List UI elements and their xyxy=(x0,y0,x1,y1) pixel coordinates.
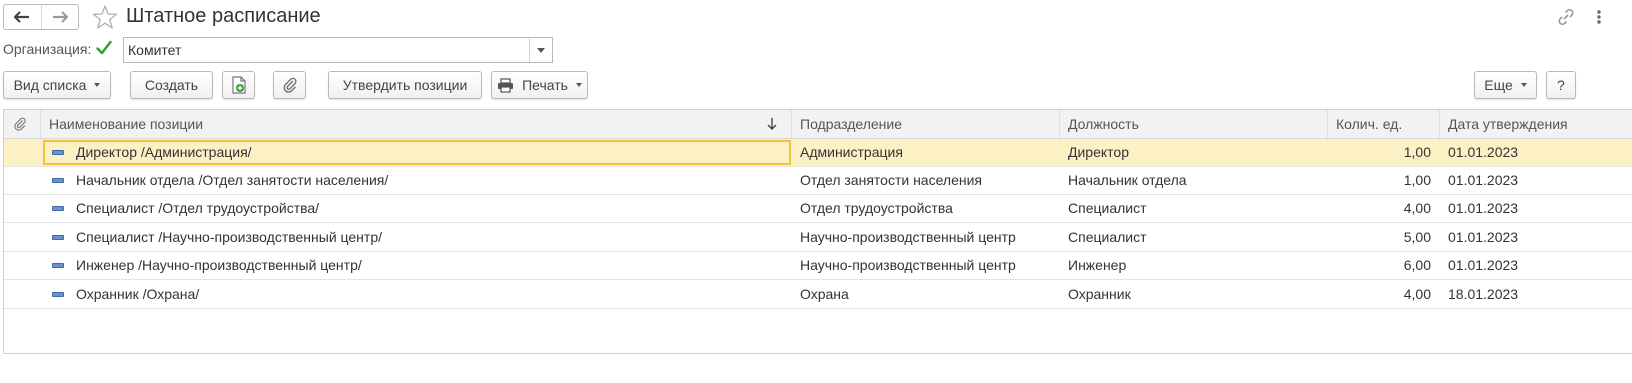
cell-approval-date: 01.01.2023 xyxy=(1448,229,1519,245)
checkmark-icon xyxy=(96,40,112,55)
column-header-label: Должность xyxy=(1068,116,1139,132)
staff-schedule-form: Штатное расписание Организация: Комитет xyxy=(0,0,1632,383)
cell-department: Охрана xyxy=(800,286,849,302)
column-header-name[interactable]: Наименование позиции xyxy=(41,110,792,138)
create-button[interactable]: Создать xyxy=(130,71,213,99)
print-button[interactable]: Печать xyxy=(491,71,588,99)
table-row[interactable]: Директор /Администрация/ Администрация Д… xyxy=(4,139,1632,167)
list-item-icon xyxy=(52,178,64,183)
cell-quantity: 4,00 xyxy=(1403,200,1431,216)
link-button[interactable] xyxy=(1555,6,1577,28)
table-row[interactable]: Инженер /Научно-производственный центр/ … xyxy=(4,252,1632,280)
cell-position: Охранник xyxy=(1068,286,1131,302)
cell-name: Начальник отдела /Отдел занятости населе… xyxy=(76,172,389,188)
cell-department: Администрация xyxy=(800,144,903,160)
paperclip-icon xyxy=(14,117,26,131)
cell-name: Специалист /Отдел трудоустройства/ xyxy=(76,200,320,216)
approve-positions-button[interactable]: Утвердить позиции xyxy=(328,71,482,99)
cell-quantity: 1,00 xyxy=(1403,144,1431,160)
paperclip-icon xyxy=(283,77,297,93)
sort-down-icon xyxy=(767,118,777,130)
cell-position: Инженер xyxy=(1068,257,1127,273)
cell-quantity: 6,00 xyxy=(1403,257,1431,273)
list-item-icon xyxy=(52,150,64,155)
cell-quantity: 5,00 xyxy=(1403,229,1431,245)
arrow-right-icon xyxy=(52,11,68,23)
list-view-button[interactable]: Вид списка xyxy=(3,71,111,99)
column-header-quantity[interactable]: Колич. ед. xyxy=(1328,110,1440,138)
more-actions-label: Еще xyxy=(1484,77,1513,93)
cell-quantity: 4,00 xyxy=(1403,286,1431,302)
table-row[interactable]: Специалист /Научно-производственный цент… xyxy=(4,224,1632,252)
link-icon xyxy=(1558,9,1574,25)
column-header-label: Подразделение xyxy=(800,116,903,132)
more-vertical-icon xyxy=(1597,10,1601,24)
more-menu-button[interactable] xyxy=(1592,6,1606,28)
column-header-department[interactable]: Подразделение xyxy=(792,110,1060,138)
cell-approval-date: 01.01.2023 xyxy=(1448,257,1519,273)
more-actions-button[interactable]: Еще xyxy=(1474,71,1537,99)
navigation-buttons xyxy=(3,4,79,30)
cell-approval-date: 01.01.2023 xyxy=(1448,200,1519,216)
cell-department: Отдел трудоустройства xyxy=(800,200,953,216)
list-item-icon xyxy=(52,263,64,268)
column-header-position[interactable]: Должность xyxy=(1060,110,1328,138)
organization-label: Организация: xyxy=(3,41,92,57)
list-view-label: Вид списка xyxy=(13,77,87,93)
column-header-label: Колич. ед. xyxy=(1336,116,1403,132)
cell-name: Специалист /Научно-производственный цент… xyxy=(76,229,382,245)
add-document-icon xyxy=(231,76,246,94)
cell-position: Директор xyxy=(1068,144,1129,160)
column-header-label: Наименование позиции xyxy=(49,116,204,132)
table-row[interactable]: Специалист /Отдел трудоустройства/ Отдел… xyxy=(4,195,1632,223)
table-row[interactable]: Начальник отдела /Отдел занятости населе… xyxy=(4,167,1632,195)
printer-icon xyxy=(498,77,514,93)
page-title: Штатное расписание xyxy=(126,5,321,27)
create-label: Создать xyxy=(144,77,199,93)
cell-name: Директор /Администрация/ xyxy=(76,144,252,160)
cell-position: Начальник отдела xyxy=(1068,172,1187,188)
column-header-label: Дата утверждения xyxy=(1448,116,1568,132)
organization-value: Комитет xyxy=(128,42,182,58)
create-copy-button[interactable] xyxy=(222,71,255,99)
attach-file-button[interactable] xyxy=(273,71,306,99)
approve-positions-label: Утвердить позиции xyxy=(342,77,468,93)
cell-name: Инженер /Научно-производственный центр/ xyxy=(76,257,362,273)
cell-name: Охранник /Охрана/ xyxy=(76,286,200,302)
cell-department: Научно-производственный центр xyxy=(800,229,1016,245)
forward-button[interactable] xyxy=(40,5,79,29)
chevron-down-icon xyxy=(94,83,101,87)
organization-dropdown-button[interactable] xyxy=(529,38,552,62)
chevron-down-icon xyxy=(1520,83,1527,87)
favorite-star-button[interactable] xyxy=(92,4,118,30)
cell-department: Отдел занятости населения xyxy=(800,172,982,188)
cell-position: Специалист xyxy=(1068,200,1147,216)
list-item-icon xyxy=(52,235,64,240)
cell-position: Специалист xyxy=(1068,229,1147,245)
cell-department: Научно-производственный центр xyxy=(800,257,1016,273)
chevron-down-icon xyxy=(537,47,545,53)
organization-field[interactable]: Комитет xyxy=(123,37,553,63)
print-label: Печать xyxy=(522,77,568,93)
staff-positions-table: Наименование позиции Подразделение Должн… xyxy=(3,109,1632,354)
cell-approval-date: 01.01.2023 xyxy=(1448,144,1519,160)
list-item-icon xyxy=(52,206,64,211)
star-icon xyxy=(92,5,118,29)
help-button[interactable]: ? xyxy=(1546,71,1576,99)
cell-approval-date: 01.01.2023 xyxy=(1448,172,1519,188)
back-button[interactable] xyxy=(4,5,41,29)
list-item-icon xyxy=(52,292,64,297)
organization-filter-checkbox[interactable] xyxy=(95,39,113,57)
table-header: Наименование позиции Подразделение Должн… xyxy=(4,110,1632,139)
help-label: ? xyxy=(1557,77,1565,93)
cell-quantity: 1,00 xyxy=(1403,172,1431,188)
header-attachments[interactable] xyxy=(4,110,41,138)
column-header-approval-date[interactable]: Дата утверждения xyxy=(1440,110,1632,138)
chevron-down-icon xyxy=(575,83,582,87)
title-bar: Штатное расписание xyxy=(0,0,1632,34)
arrow-left-icon xyxy=(14,11,30,23)
cell-approval-date: 18.01.2023 xyxy=(1448,286,1519,302)
table-row[interactable]: Охранник /Охрана/ Охрана Охранник 4,00 1… xyxy=(4,281,1632,309)
